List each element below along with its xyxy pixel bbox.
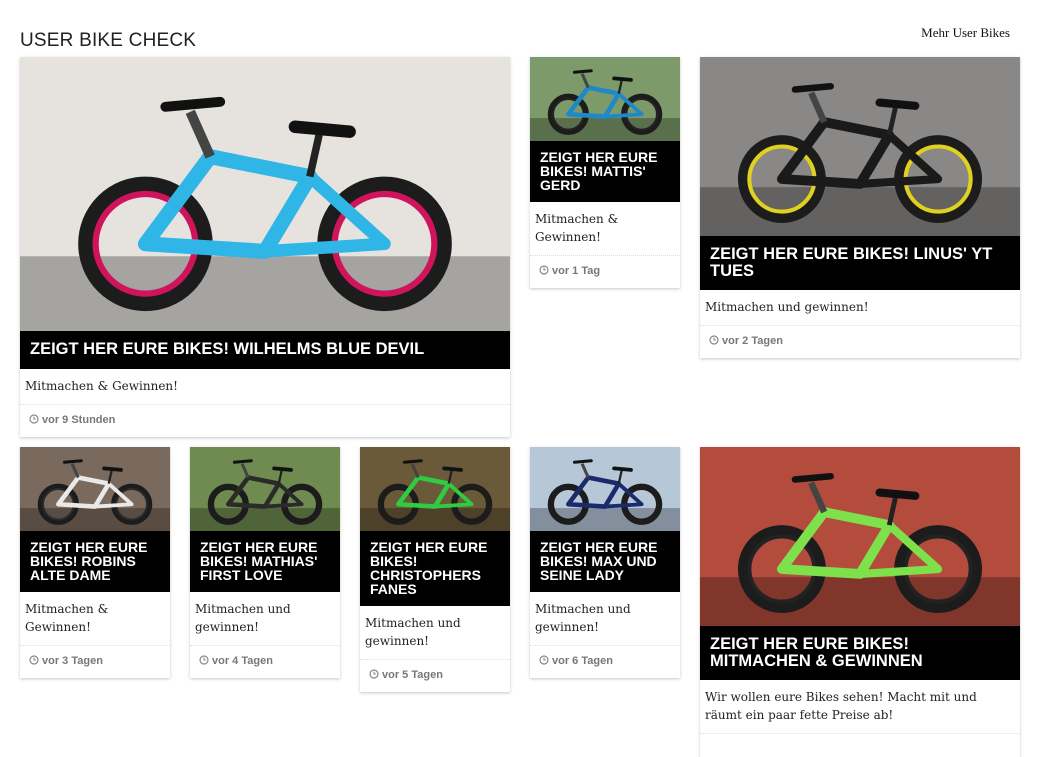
card-meta: vor 5 Tagen (360, 659, 510, 692)
card-description: Wir wollen eure Bikes sehen! Macht mit u… (705, 690, 977, 722)
card-title: ZEIGT HER EURE BIKES! WILHELMS BLUE DEVI… (20, 331, 510, 369)
card-meta: vor 2 Tagen (700, 325, 1020, 358)
card-title: ZEIGT HER EURE BIKES! CHRISTOPHERS FANES (360, 531, 510, 606)
page-title: USER BIKE CHECK (20, 29, 197, 51)
card-meta: vor 4 Tagen (190, 645, 340, 678)
bike-photo (530, 447, 680, 531)
card-title: ZEIGT HER EURE BIKES! MATHIAS' FIRST LOV… (190, 531, 340, 592)
clock-icon (539, 655, 549, 668)
card-time: vor 6 Tagen (552, 655, 613, 667)
card-meta: vor 6 Tagen (530, 645, 680, 678)
card-time: vor 1 Tag (552, 265, 601, 277)
bike-photo (360, 447, 510, 531)
clock-icon (369, 669, 379, 682)
card-description: Mitmachen und gewinnen! (535, 602, 631, 634)
bike-photo (20, 447, 170, 531)
card-time: vor 5 Tagen (382, 669, 443, 681)
bike-card[interactable]: ZEIGT HER EURE BIKES! MITMACHEN & GEWINN… (700, 447, 1020, 757)
bike-card[interactable]: ZEIGT HER EURE BIKES! WILHELMS BLUE DEVI… (20, 57, 510, 437)
more-user-bikes-link[interactable]: Mehr User Bikes (921, 25, 1010, 41)
bike-photo (700, 57, 1020, 236)
clock-icon (29, 655, 39, 668)
card-description: Mitmachen und gewinnen! (365, 616, 461, 648)
bike-card[interactable]: ZEIGT HER EURE BIKES! ROBINS ALTE DAME M… (20, 447, 170, 678)
clock-icon (199, 655, 209, 668)
card-description: Mitmachen und gewinnen! (195, 602, 291, 634)
bike-photo (20, 57, 510, 331)
card-description: Mitmachen & Gewinnen! (25, 602, 109, 634)
bike-photo (190, 447, 340, 531)
bike-card[interactable]: ZEIGT HER EURE BIKES! LINUS' YT TUES Mit… (700, 57, 1020, 358)
bike-card[interactable]: ZEIGT HER EURE BIKES! CHRISTOPHERS FANES… (360, 447, 510, 692)
bike-photo (530, 57, 680, 141)
bike-card[interactable]: ZEIGT HER EURE BIKES! MATTIS' GERD Mitma… (530, 57, 680, 288)
card-description: Mitmachen & Gewinnen! (535, 212, 619, 244)
card-meta: vor 1 Tag (530, 255, 680, 288)
card-title: ZEIGT HER EURE BIKES! MAX UND SEINE LADY (530, 531, 680, 592)
card-meta (700, 733, 1020, 753)
bike-photo (700, 447, 1020, 626)
card-title: ZEIGT HER EURE BIKES! MATTIS' GERD (530, 141, 680, 202)
card-time: vor 3 Tagen (42, 655, 103, 667)
card-time: vor 2 Tagen (722, 335, 783, 347)
bike-card[interactable]: ZEIGT HER EURE BIKES! MAX UND SEINE LADY… (530, 447, 680, 678)
card-meta: vor 9 Stunden (20, 403, 510, 437)
card-title: ZEIGT HER EURE BIKES! ROBINS ALTE DAME (20, 531, 170, 592)
card-meta: vor 3 Tagen (20, 645, 170, 678)
clock-icon (539, 265, 549, 278)
clock-icon (709, 335, 719, 348)
card-time: vor 9 Stunden (42, 413, 116, 426)
bike-card[interactable]: ZEIGT HER EURE BIKES! MATHIAS' FIRST LOV… (190, 447, 340, 678)
clock-icon (29, 413, 39, 427)
card-description: Mitmachen & Gewinnen! (25, 378, 178, 393)
card-title: ZEIGT HER EURE BIKES! LINUS' YT TUES (700, 236, 1020, 290)
card-description: Mitmachen und gewinnen! (705, 300, 869, 314)
card-title: ZEIGT HER EURE BIKES! MITMACHEN & GEWINN… (700, 626, 1020, 680)
card-time: vor 4 Tagen (212, 655, 273, 667)
